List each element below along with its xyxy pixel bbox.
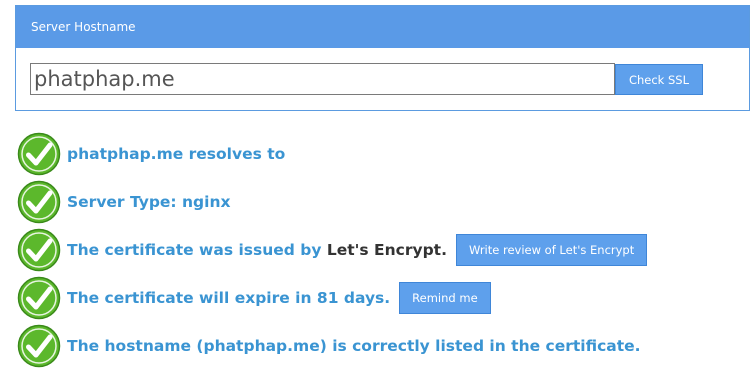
server-hostname-panel: Server Hostname Check SSL (15, 5, 750, 111)
result-text-expiry: The certificate will expire in 81 days. (67, 289, 391, 307)
check-icon (17, 180, 61, 224)
issuer-prefix: The certificate was issued by (67, 241, 327, 259)
check-icon (17, 276, 61, 320)
result-text-issuer: The certificate was issued by Let's Encr… (67, 241, 447, 259)
check-icon (17, 324, 61, 368)
result-row: Server Type: nginx (17, 178, 753, 226)
result-row: The hostname (phatphap.me) is correctly … (17, 322, 753, 370)
hostname-input[interactable] (30, 63, 615, 95)
result-row: The certificate will expire in 81 days. … (17, 274, 753, 322)
remind-me-button[interactable]: Remind me (399, 282, 491, 314)
check-ssl-button[interactable]: Check SSL (615, 64, 703, 95)
result-text-resolves: phatphap.me resolves to (67, 145, 286, 163)
issuer-name: Let's Encrypt. (326, 241, 447, 259)
panel-title: Server Hostname (16, 6, 749, 48)
check-icon (17, 228, 61, 272)
write-review-button[interactable]: Write review of Let's Encrypt (455, 234, 648, 266)
check-icon (17, 132, 61, 176)
results-list: phatphap.me resolves to Server Type: ngi… (17, 130, 753, 370)
result-text-server-type: Server Type: nginx (67, 193, 231, 211)
result-text-hostname-listed: The hostname (phatphap.me) is correctly … (67, 337, 641, 355)
result-row: The certificate was issued by Let's Encr… (17, 226, 753, 274)
result-row: phatphap.me resolves to (17, 130, 753, 178)
